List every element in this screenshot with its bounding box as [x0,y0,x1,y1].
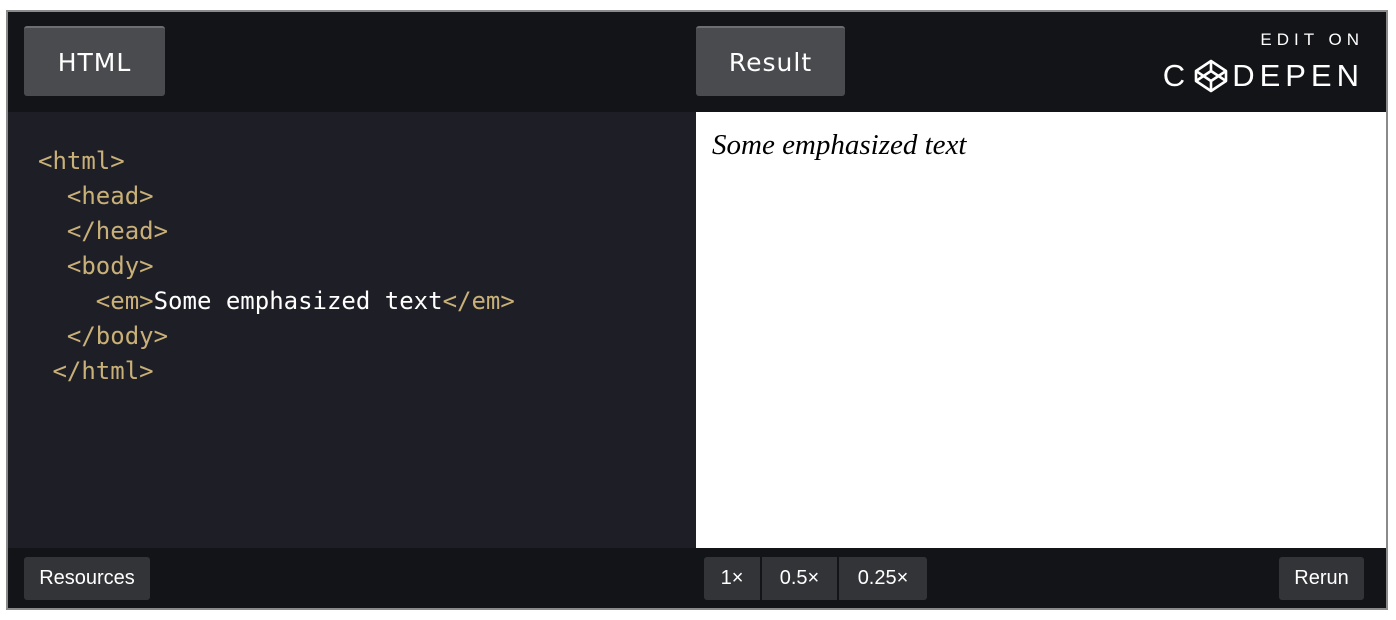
tab-result[interactable]: Result [696,26,845,96]
code-line: <head> [38,179,696,214]
tab-html[interactable]: HTML [24,26,165,96]
code-line: <html> [38,144,696,179]
embed-footer: Resources 1× 0.5× 0.25× Rerun [8,548,1386,608]
codepen-embed: HTML Result EDIT ON C DEPEN <html> <head… [6,10,1388,610]
code-tag-token: </body> [66,322,169,350]
code-tag-token: </html> [52,357,154,385]
code-line: </head> [38,214,696,249]
code-tag-token: </em> [442,287,515,315]
code-tag-token: <body> [66,252,154,280]
resources-button[interactable]: Resources [24,557,150,600]
codepen-cube-icon [1194,59,1228,93]
code-line: <em>Some emphasized text</em> [38,284,696,319]
code-tag-token: <em> [95,287,154,315]
code-tag-token: <head> [66,182,154,210]
result-pane: Some emphasized text [696,112,1386,548]
code-tag-token: <html> [38,147,125,175]
brand-text-depen: DEPEN [1232,58,1364,93]
embed-header: HTML Result EDIT ON C DEPEN [8,12,1386,112]
zoom-button-group: 1× 0.5× 0.25× [704,557,927,600]
result-emphasized-text: Some emphasized text [712,129,967,161]
brand-edit-on: EDIT ON [1260,30,1364,49]
rerun-button[interactable]: Rerun [1279,557,1364,600]
code-line: <body> [38,249,696,284]
html-code-pane[interactable]: <html> <head> </head> <body> <em>Some em… [8,112,696,548]
brand-codepen: C DEPEN [1163,58,1364,94]
zoom-0-25x-button[interactable]: 0.25× [839,557,927,600]
zoom-0-5x-button[interactable]: 0.5× [762,557,839,600]
brand-text-c: C [1162,58,1191,93]
code-tag-token: </head> [66,217,169,245]
code-line: </html> [38,354,696,389]
edit-on-codepen-link[interactable]: EDIT ON C DEPEN [1163,30,1364,96]
zoom-1x-button[interactable]: 1× [704,557,762,600]
code-text-token: Some emphasized text [153,287,443,315]
code-line: </body> [38,319,696,354]
